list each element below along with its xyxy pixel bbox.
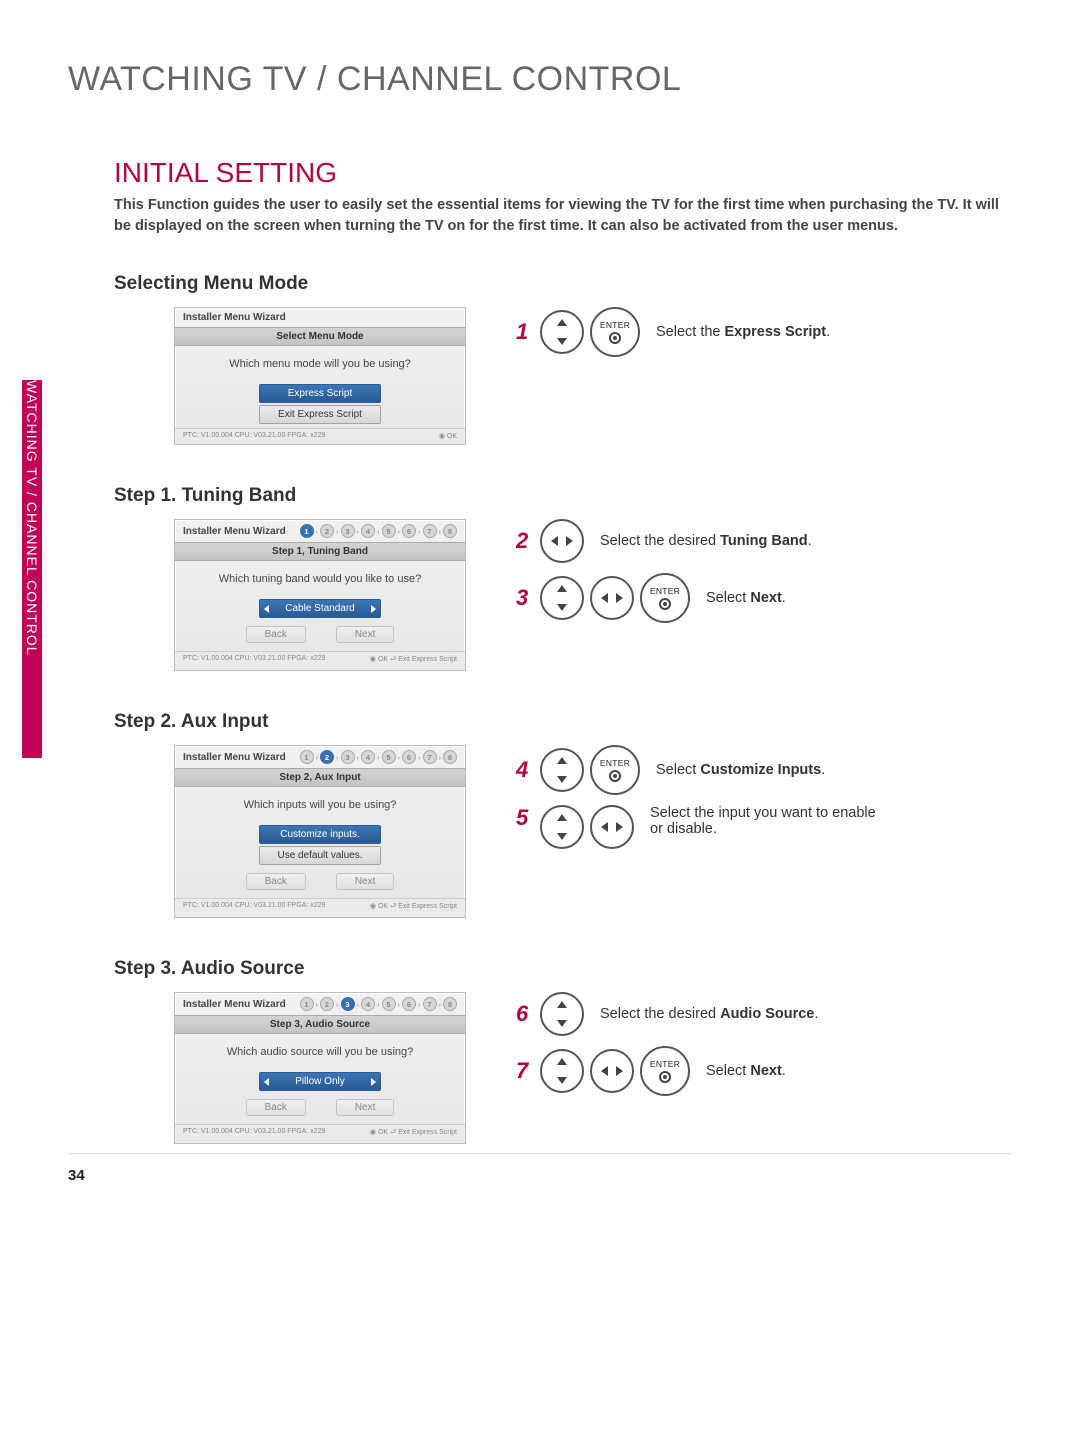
- enter-label: ENTER: [600, 758, 630, 768]
- step2-caption: Select the desired Tuning Band.: [600, 533, 812, 549]
- dpad-up-down-icon: [540, 576, 584, 620]
- dpad-up-down-icon: [540, 1049, 584, 1093]
- wizard-title: Installer Menu Wizard: [183, 999, 286, 1010]
- wizard-next-button[interactable]: Next: [336, 626, 395, 643]
- step6-caption: Select the desired Audio Source.: [600, 1006, 818, 1022]
- wizard-back-button[interactable]: Back: [246, 873, 306, 890]
- enter-button-icon: ENTER: [640, 573, 690, 623]
- step-number: 7: [516, 1058, 534, 1084]
- wizard-option-exit[interactable]: Exit Express Script: [259, 405, 381, 424]
- wizard-question: Which tuning band would you like to use?: [185, 573, 455, 585]
- wizard-aux: Installer Menu Wizard 1› 2› 3› 4› 5› 6› …: [174, 745, 466, 918]
- wizard-option-customize[interactable]: Customize inputs.: [259, 825, 381, 844]
- wizard-back-button[interactable]: Back: [246, 1099, 306, 1116]
- wizard-question: Which audio source will you be using?: [185, 1046, 455, 1058]
- subheading-aux: Step 2. Aux Input: [114, 711, 1012, 733]
- wizard-option-cable[interactable]: Cable Standard: [259, 599, 381, 618]
- row-menu-mode: Installer Menu Wizard Select Menu Mode W…: [114, 307, 1012, 445]
- dpad-up-down-icon: [540, 748, 584, 792]
- wizard-ptc: PTC: V1.00.004 CPU: V03.21.00 FPGA: x229: [183, 1128, 325, 1139]
- step-4: 4 ENTER Select Customize Inputs.: [516, 745, 1012, 795]
- step-number: 4: [516, 757, 534, 783]
- enter-button-icon: ENTER: [590, 745, 640, 795]
- wizard-ok: ◉ OK: [439, 432, 457, 440]
- step4-caption: Select Customize Inputs.: [656, 762, 825, 778]
- step-5: 5 Select the input you want to enable or…: [516, 805, 1012, 849]
- document-page: WATCHING TV / CHANNEL CONTROL WATCHING T…: [0, 0, 1080, 1224]
- step3-caption: Select Next.: [706, 590, 786, 606]
- enter-label: ENTER: [650, 1059, 680, 1069]
- wizard-question: Which menu mode will you be using?: [185, 358, 455, 370]
- wizard-audio: Installer Menu Wizard 1› 2› 3› 4› 5› 6› …: [174, 992, 466, 1144]
- subheading-audio: Step 3. Audio Source: [114, 958, 1012, 980]
- dpad-left-right-icon: [590, 576, 634, 620]
- wizard-option-express[interactable]: Express Script: [259, 384, 381, 403]
- intro-text: This Function guides the user to easily …: [114, 195, 1012, 237]
- wizard-bar: Step 3, Audio Source: [175, 1015, 465, 1034]
- wizard-next-button[interactable]: Next: [336, 1099, 395, 1116]
- wizard-title: Installer Menu Wizard: [183, 526, 286, 537]
- row-aux: Installer Menu Wizard 1› 2› 3› 4› 5› 6› …: [114, 745, 1012, 918]
- row-tuning: Installer Menu Wizard 1› 2› 3› 4› 5› 6› …: [114, 519, 1012, 671]
- dpad-left-right-icon: [540, 519, 584, 563]
- wizard-bar: Select Menu Mode: [175, 327, 465, 346]
- wizard-ok: ◉ OK ⮐ Exit Express Script: [370, 902, 457, 913]
- row-audio: Installer Menu Wizard 1› 2› 3› 4› 5› 6› …: [114, 992, 1012, 1144]
- wizard-title: Installer Menu Wizard: [183, 752, 286, 763]
- page-number: 34: [68, 1167, 85, 1184]
- step1-caption: Select the Express Script.: [656, 324, 830, 340]
- enter-label: ENTER: [650, 586, 680, 596]
- wizard-menu-mode: Installer Menu Wizard Select Menu Mode W…: [174, 307, 466, 445]
- wizard-stepper: 1› 2› 3› 4› 5› 6› 7› 8: [300, 524, 458, 538]
- wizard-bar: Step 2, Aux Input: [175, 768, 465, 787]
- step-number: 2: [516, 528, 534, 554]
- step-number: 3: [516, 585, 534, 611]
- subheading-tuning: Step 1. Tuning Band: [114, 485, 1012, 507]
- wizard-ptc: PTC: V1.00.004 CPU: V03.21.00 FPGA: x229: [183, 432, 325, 440]
- enter-button-icon: ENTER: [590, 307, 640, 357]
- enter-button-icon: ENTER: [640, 1046, 690, 1096]
- wizard-ptc: PTC: V1.00.004 CPU: V03.21.00 FPGA: x229: [183, 655, 325, 666]
- wizard-tuning: Installer Menu Wizard 1› 2› 3› 4› 5› 6› …: [174, 519, 466, 671]
- subheading-menu-mode: Selecting Menu Mode: [114, 273, 1012, 295]
- page-title: WATCHING TV / CHANNEL CONTROL: [68, 60, 1012, 99]
- dpad-up-down-icon: [540, 805, 584, 849]
- wizard-ptc: PTC: V1.00.004 CPU: V03.21.00 FPGA: x229: [183, 902, 325, 913]
- step-6: 6 Select the desired Audio Source.: [516, 992, 1012, 1036]
- step-number: 6: [516, 1001, 534, 1027]
- step-2: 2 Select the desired Tuning Band.: [516, 519, 1012, 563]
- step-1: 1 ENTER Select the Express Script.: [516, 307, 1012, 357]
- step-number: 1: [516, 319, 534, 345]
- wizard-option-pillow[interactable]: Pillow Only: [259, 1072, 381, 1091]
- side-tab: WATCHING TV / CHANNEL CONTROL: [22, 380, 42, 758]
- wizard-back-button[interactable]: Back: [246, 626, 306, 643]
- side-tab-label: WATCHING TV / CHANNEL CONTROL: [24, 380, 40, 750]
- step-number: 5: [516, 805, 534, 831]
- wizard-question: Which inputs will you be using?: [185, 799, 455, 811]
- step7-caption: Select Next.: [706, 1063, 786, 1079]
- dpad-up-down-icon: [540, 992, 584, 1036]
- wizard-title: Installer Menu Wizard: [183, 312, 286, 323]
- wizard-ok: ◉ OK ⮐ Exit Express Script: [370, 655, 457, 666]
- wizard-stepper: 1› 2› 3› 4› 5› 6› 7› 8: [300, 997, 458, 1011]
- step-3: 3 ENTER Select Next.: [516, 573, 1012, 623]
- wizard-ok: ◉ OK ⮐ Exit Express Script: [370, 1128, 457, 1139]
- section-title: INITIAL SETTING: [114, 157, 1012, 189]
- wizard-bar: Step 1, Tuning Band: [175, 542, 465, 561]
- footer-divider: [68, 1153, 1012, 1154]
- dpad-left-right-icon: [590, 1049, 634, 1093]
- step-7: 7 ENTER Select Next.: [516, 1046, 1012, 1096]
- enter-label: ENTER: [600, 320, 630, 330]
- wizard-option-default[interactable]: Use default values.: [259, 846, 381, 865]
- dpad-up-down-icon: [540, 310, 584, 354]
- wizard-next-button[interactable]: Next: [336, 873, 395, 890]
- dpad-left-right-icon: [590, 805, 634, 849]
- step5-caption: Select the input you want to enable or d…: [650, 805, 890, 837]
- wizard-stepper: 1› 2› 3› 4› 5› 6› 7› 8: [300, 750, 458, 764]
